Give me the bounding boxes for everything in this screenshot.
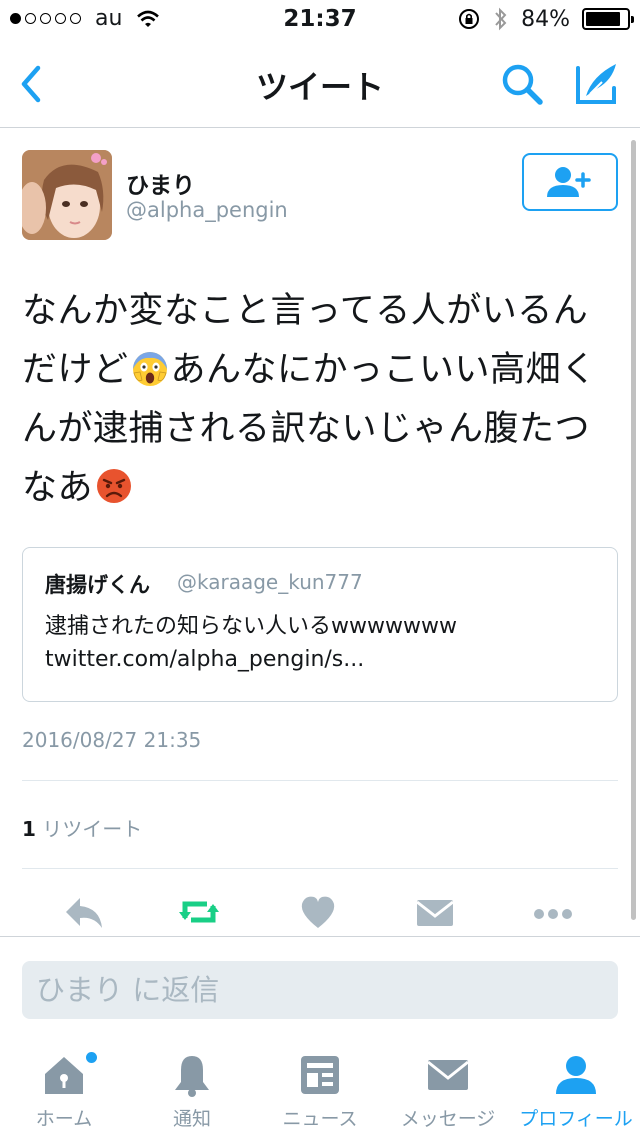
quoted-text-line1: 逮捕されたの知らない人いるwwwwwww — [45, 614, 457, 639]
author-handle[interactable]: @alpha_pengin — [126, 198, 288, 222]
retweet-count-number: 1 — [22, 817, 36, 841]
face-screaming-icon — [132, 352, 167, 386]
direct-message-icon[interactable] — [413, 892, 457, 932]
tab-news-label: ニュース — [282, 1108, 358, 1130]
like-icon[interactable] — [296, 892, 340, 932]
retweet-icon[interactable] — [177, 892, 221, 932]
quoted-text-line2: twitter.com/alpha_pengin/s... — [45, 647, 365, 672]
more-icon[interactable] — [531, 892, 575, 932]
tab-notifications-label: 通知 — [172, 1108, 211, 1130]
retweet-count-label: リツイート — [35, 817, 143, 841]
bluetooth-icon — [495, 7, 507, 31]
tab-bar: ホーム 通知 ニュース メッセージ プロフィール — [0, 1046, 640, 1136]
tab-messages-label: メッセージ — [400, 1108, 496, 1130]
angry-face-icon — [97, 469, 132, 503]
tweet-actions — [0, 888, 640, 936]
status-right: 84% — [457, 6, 634, 32]
tab-profile[interactable]: プロフィール — [512, 1046, 640, 1136]
divider — [22, 780, 618, 781]
tab-home[interactable]: ホーム — [0, 1046, 128, 1136]
reply-icon[interactable] — [62, 892, 106, 932]
news-icon — [301, 1056, 339, 1094]
tab-news[interactable]: ニュース — [256, 1046, 384, 1136]
battery-icon — [582, 8, 634, 30]
quoted-author-handle: @karaage_kun777 — [177, 570, 363, 594]
tweet-timestamp: 2016/08/27 21:35 — [22, 728, 202, 752]
search-icon[interactable] — [498, 60, 546, 108]
retweet-count[interactable]: 1 リツイート — [22, 813, 142, 842]
reply-input[interactable] — [22, 961, 618, 1019]
tab-notifications[interactable]: 通知 — [128, 1046, 256, 1136]
avatar[interactable] — [22, 150, 112, 240]
home-notification-dot — [86, 1052, 97, 1063]
envelope-icon — [427, 1060, 469, 1090]
tab-home-label: ホーム — [35, 1108, 93, 1130]
follow-button[interactable] — [522, 153, 618, 211]
home-icon — [45, 1057, 83, 1094]
quoted-tweet-card[interactable]: 唐揚げくん @karaage_kun777 逮捕されたの知らない人いるwwwww… — [22, 547, 618, 702]
status-bar: au 21:37 84% — [0, 0, 640, 40]
author-name[interactable]: ひまり — [126, 166, 195, 200]
quoted-tweet-text: 逮捕されたの知らない人いるwwwwwww twitter.com/alpha_p… — [45, 610, 605, 676]
tweet-text: なんか変なこと言ってる人がいるんだけど あんなにかっこいい高畑くんが逮捕される訳… — [22, 282, 622, 518]
tab-messages[interactable]: メッセージ — [384, 1046, 512, 1136]
compose-icon[interactable] — [572, 58, 622, 108]
add-user-icon — [547, 167, 591, 197]
orientation-lock-icon — [459, 9, 480, 29]
battery-percent: 84% — [521, 6, 570, 32]
quoted-author-name: 唐揚げくん — [45, 573, 150, 597]
navigation-bar: ツイート — [0, 40, 640, 128]
scrollbar[interactable] — [631, 140, 636, 920]
reply-bar — [0, 936, 640, 1046]
person-icon — [556, 1056, 596, 1094]
bell-icon — [175, 1056, 209, 1097]
divider — [22, 868, 618, 869]
tab-profile-label: プロフィール — [519, 1108, 633, 1130]
